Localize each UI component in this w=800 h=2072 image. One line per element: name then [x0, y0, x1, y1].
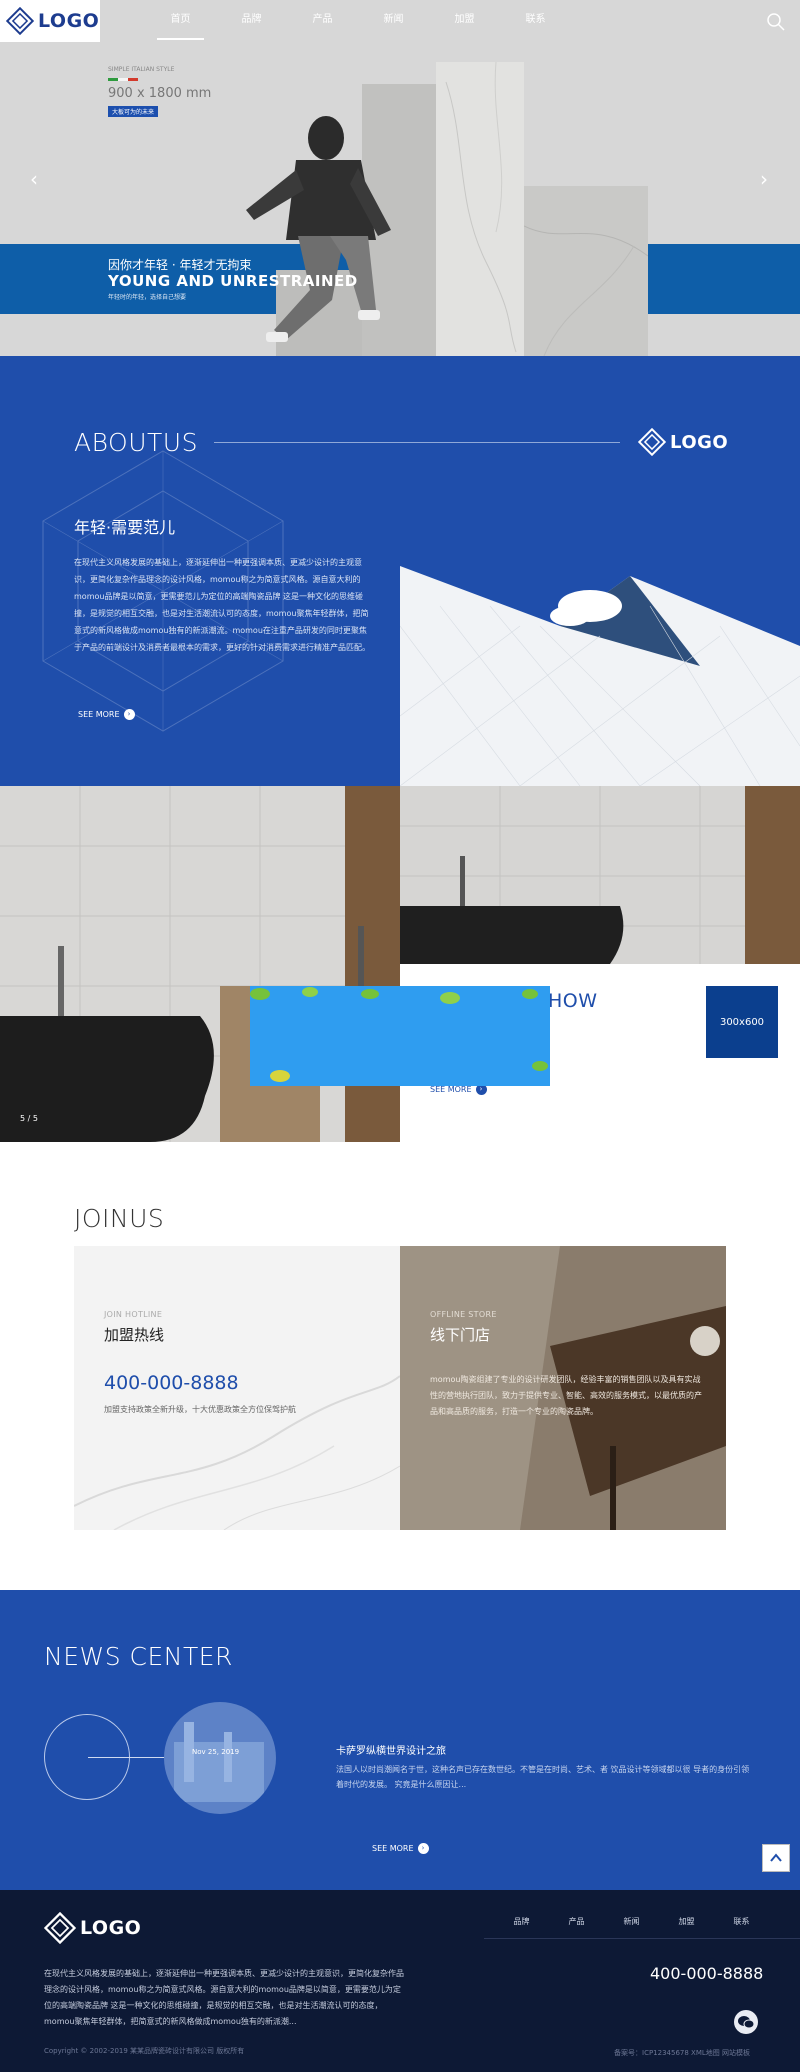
bathroom-photo: [400, 786, 800, 964]
italian-flag-icon: [108, 78, 138, 81]
see-more-label: SEE MORE: [372, 1844, 414, 1853]
join-store-text: momou陶瓷组建了专业的设计研发团队，经验丰富的销售团队以及具有实战性的营地执…: [430, 1375, 702, 1416]
logo-text: LOGO: [38, 10, 100, 32]
hero-model-figure: [246, 116, 391, 342]
news-date: Nov 25, 2019: [192, 1748, 240, 1756]
join-store-title: 线下门店: [430, 1326, 491, 1344]
section-title: NEWS CENTER: [44, 1642, 233, 1671]
section-title: JOINUS: [74, 1204, 165, 1233]
footer-nav-news[interactable]: 新闻: [604, 1916, 659, 1927]
join-hotline-title: 加盟热线: [104, 1326, 165, 1344]
footer-phone: 400-000-8888: [650, 1964, 764, 1983]
arrow-up-icon: [770, 1853, 782, 1862]
nav-item-contact[interactable]: 联系: [500, 0, 571, 44]
about-see-more-link[interactable]: SEE MORE ›: [78, 709, 135, 720]
nav-item-brand[interactable]: 品牌: [216, 0, 287, 44]
arrow-right-icon: ›: [417, 1843, 429, 1854]
news-center: NEWS CENTER Nov 25, 2019 卡萨罗纵横世界设计之旅 法国人…: [0, 1590, 800, 1890]
copyright-text: Copyright © 2002-2019 某某品牌瓷砖设计有限公司 版权所有: [44, 2047, 245, 2055]
site-logo[interactable]: LOGO: [0, 0, 100, 42]
hero-description: 年轻时的年轻，选择自己想要: [108, 294, 187, 301]
join-store-eyebrow: OFFLINE STORE: [430, 1310, 497, 1319]
back-to-top-button[interactable]: [762, 1844, 790, 1872]
hero-eyebrow: SIMPLE ITALIAN STYLE: [108, 66, 175, 73]
nav-item-news[interactable]: 新闻: [358, 0, 429, 44]
nav-item-products[interactable]: 产品: [287, 0, 358, 44]
logo-diamond-icon: [638, 428, 666, 456]
bathroom-photo: [0, 786, 400, 1142]
logo-text: LOGO: [670, 431, 729, 453]
showcase-title: HOW: [548, 990, 598, 1012]
footer-logo[interactable]: LOGO: [44, 1906, 141, 1950]
join-hotline-card[interactable]: JOIN HOTLINE 加盟热线 400-000-8888 加盟支持政策全新升…: [74, 1246, 400, 1530]
logo-diamond-icon: [6, 7, 34, 35]
logo-diamond-icon: [44, 1912, 76, 1944]
join-phone: 400-000-8888: [104, 1372, 239, 1394]
logo-text: LOGO: [80, 1917, 142, 1939]
hero-marble-panel: [436, 61, 524, 356]
news-see-more-link[interactable]: SEE MORE ›: [372, 1843, 429, 1854]
search-icon[interactable]: [766, 12, 786, 32]
about-logo: LOGO: [638, 422, 728, 462]
hero-slogan-cn: 因你才年轻 · 年轻才无拘束: [108, 258, 252, 272]
hero-tag: 大板可为的未来: [108, 106, 159, 117]
main-nav: 首页 品牌 产品 新闻 加盟 联系: [145, 0, 571, 44]
next-slide-icon[interactable]: ›: [756, 168, 772, 190]
product-showcase: 5 / 5 HOW SEE MORE › 300x600: [0, 786, 800, 1142]
title-divider: [214, 442, 620, 443]
footer-nav-join[interactable]: 加盟: [659, 1916, 714, 1927]
footer-divider: [484, 1938, 800, 1939]
footer-nav-products[interactable]: 产品: [549, 1916, 604, 1927]
about-subtitle: 年轻·需要范儿: [74, 518, 176, 537]
size-placeholder-box: 300x600: [706, 986, 778, 1058]
architecture-photo: [400, 566, 800, 786]
footer-nav: 品牌 产品 新闻 加盟 联系: [494, 1916, 769, 1927]
hero-marble-panel: [523, 186, 649, 356]
nav-item-join[interactable]: 加盟: [429, 0, 500, 44]
slide-counter: 5 / 5: [20, 1114, 38, 1123]
ad-banner[interactable]: [250, 986, 550, 1086]
site-header: LOGO 首页 品牌 产品 新闻 加盟 联系: [0, 0, 800, 44]
footer-nav-brand[interactable]: 品牌: [494, 1916, 549, 1927]
news-excerpt: 法国人以时尚潮闻名于世，这种名声已存在数世纪。不管是在时尚、艺术、者 饮品设计等…: [336, 1765, 750, 1789]
arrow-right-icon: ›: [123, 709, 135, 720]
nav-item-home[interactable]: 首页: [145, 0, 216, 44]
prev-slide-icon[interactable]: ‹: [26, 168, 42, 190]
section-title: ABOUTUS: [74, 428, 198, 457]
join-hotline-desc: 加盟支持政策全新升级，十大优惠政策全方位保驾护航: [104, 1405, 296, 1414]
hero-slogan-en: YOUNG AND UNRESTRAINED: [108, 272, 358, 290]
join-store-card[interactable]: OFFLINE STORE 线下门店 momou陶瓷组建了专业的设计研发团队，经…: [400, 1246, 726, 1530]
see-more-label: SEE MORE: [78, 710, 120, 719]
hero-banner: SIMPLE ITALIAN STYLE 900 x 1800 mm 大板可为的…: [0, 0, 800, 356]
news-headline[interactable]: 卡萨罗纵横世界设计之旅: [336, 1742, 446, 1757]
footer-about-text: 在现代主义风格发展的基础上，逐渐延伸出一种更强调本质、更减少设计的主观意识，更简…: [44, 1969, 404, 2026]
see-more-label: SEE MORE: [430, 1085, 472, 1094]
site-footer: LOGO 品牌 产品 新闻 加盟 联系 400-000-8888 在现代主义风格…: [0, 1890, 800, 2072]
icp-text[interactable]: 备案号：ICP12345678 XML地图 网站模板: [614, 2048, 750, 2058]
join-hotline-eyebrow: JOIN HOTLINE: [104, 1310, 163, 1319]
about-paragraph: 在现代主义风格发展的基础上，逐渐延伸出一种更强调本质、更减少设计的主观意识，更简…: [74, 558, 370, 652]
about-section: ABOUTUS LOGO 年轻·需要范儿 在现代主义风格发展的基础上，逐渐延伸出…: [0, 356, 800, 786]
wechat-icon[interactable]: [734, 2010, 758, 2034]
news-thumbnail[interactable]: [164, 1702, 276, 1814]
footer-nav-contact[interactable]: 联系: [714, 1916, 769, 1927]
hero-size-label: 900 x 1800 mm: [108, 86, 212, 101]
